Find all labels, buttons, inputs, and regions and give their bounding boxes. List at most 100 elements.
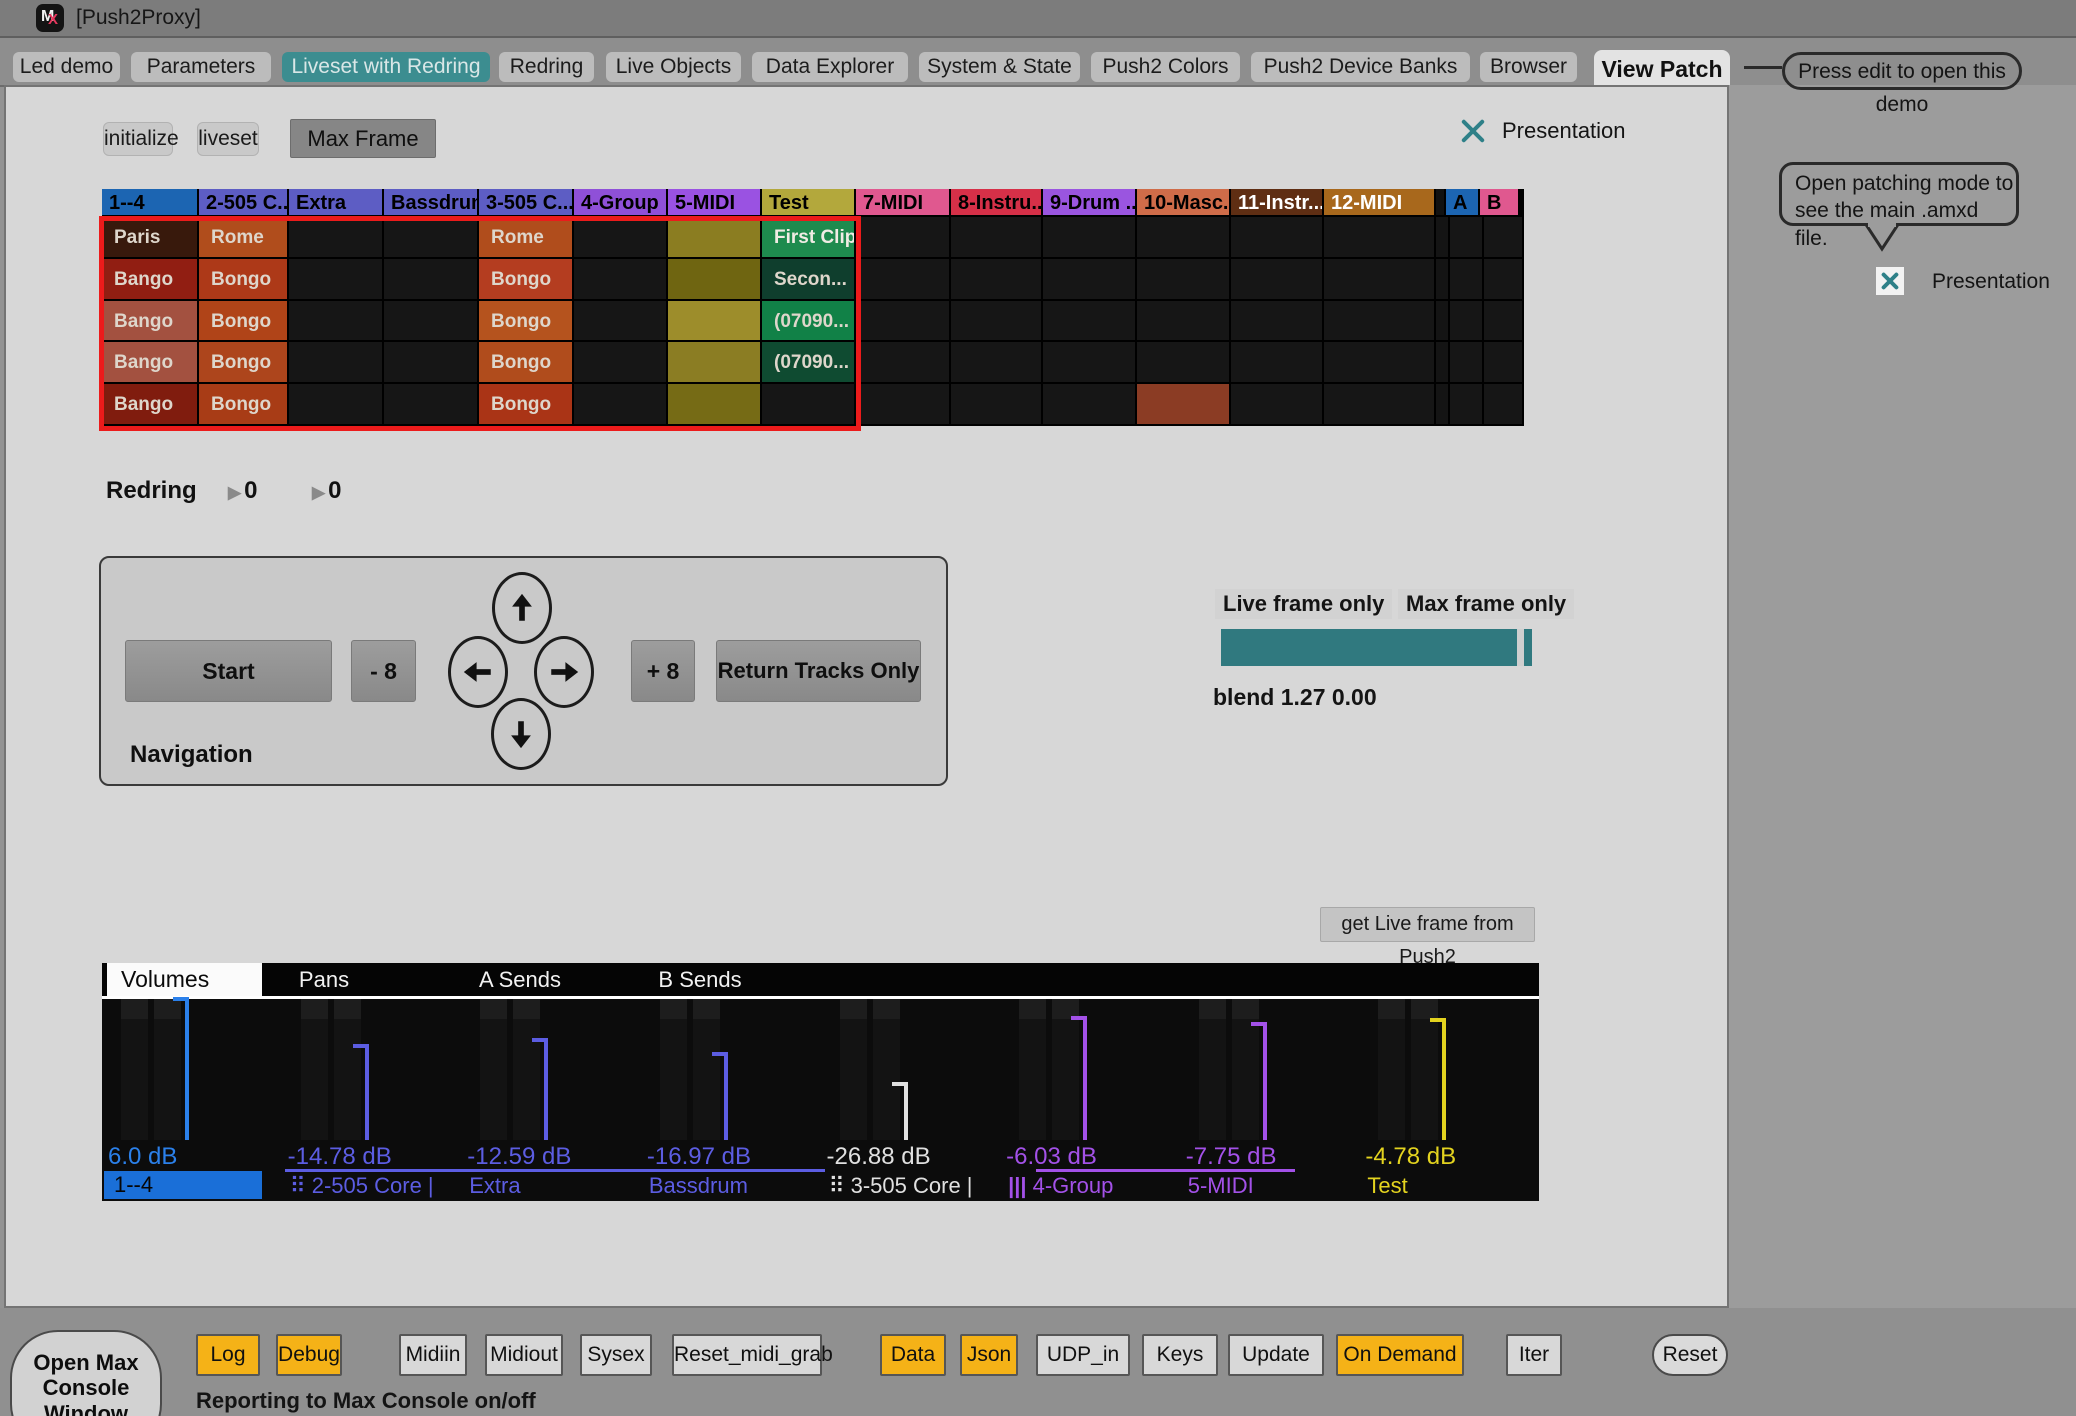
clip-cell[interactable]: Bongo <box>199 342 289 384</box>
initialize-button[interactable]: initialize <box>103 122 173 156</box>
empty-clip-slot[interactable] <box>856 301 951 343</box>
data-button[interactable]: Data <box>880 1334 946 1376</box>
empty-clip-slot[interactable] <box>1137 342 1231 384</box>
clip-cell[interactable]: Bongo <box>479 259 574 301</box>
volume-fader[interactable] <box>1251 1022 1267 1140</box>
track-name[interactable]: Bassdrum <box>649 1173 748 1199</box>
empty-clip-slot[interactable] <box>289 259 384 301</box>
empty-clip-slot[interactable] <box>1137 384 1231 426</box>
empty-clip-slot[interactable] <box>1484 384 1524 426</box>
clip-cell[interactable]: (07090... <box>762 342 856 384</box>
clip-cell[interactable]: Bongo <box>479 342 574 384</box>
tab-liveset-with-redring[interactable]: Liveset with Redring <box>282 52 490 82</box>
clip-cell[interactable]: Bango <box>102 342 199 384</box>
empty-clip-slot[interactable] <box>1231 217 1324 259</box>
empty-clip-slot[interactable] <box>289 301 384 343</box>
clip-cell[interactable]: Bongo <box>199 259 289 301</box>
volume-fader[interactable] <box>532 1038 548 1140</box>
empty-clip-slot[interactable] <box>1450 384 1484 426</box>
volume-fader[interactable] <box>1430 1018 1446 1140</box>
clip-cell[interactable]: Bongo <box>199 301 289 343</box>
clip-cell[interactable]: Rome <box>479 217 574 259</box>
track-header[interactable] <box>1436 189 1446 217</box>
empty-clip-slot[interactable] <box>574 259 668 301</box>
track-header[interactable]: 1--4 <box>102 189 199 217</box>
presentation-checkbox-right[interactable] <box>1876 267 1904 295</box>
empty-clip-slot[interactable] <box>384 259 479 301</box>
track-header[interactable]: Test <box>762 189 856 217</box>
tab-browser[interactable]: Browser <box>1480 52 1577 82</box>
empty-clip-slot[interactable] <box>668 259 762 301</box>
reset-midi-grab-button[interactable]: Reset_midi_grab <box>672 1334 822 1376</box>
empty-clip-slot[interactable] <box>1484 217 1524 259</box>
empty-clip-slot[interactable] <box>574 384 668 426</box>
empty-clip-slot[interactable] <box>1231 342 1324 384</box>
volume-fader[interactable] <box>1071 1016 1087 1140</box>
log-button[interactable]: Log <box>196 1334 260 1376</box>
empty-clip-slot[interactable] <box>1436 342 1450 384</box>
empty-clip-slot[interactable] <box>1436 384 1450 426</box>
keys-button[interactable]: Keys <box>1142 1334 1218 1376</box>
empty-clip-slot[interactable] <box>1324 301 1436 343</box>
empty-clip-slot[interactable] <box>668 384 762 426</box>
on-demand-button[interactable]: On Demand <box>1336 1334 1464 1376</box>
empty-clip-slot[interactable] <box>574 301 668 343</box>
midiin-button[interactable]: Midiin <box>399 1334 467 1376</box>
track-header[interactable]: B <box>1480 189 1520 217</box>
track-name[interactable]: Test <box>1367 1173 1407 1199</box>
empty-clip-slot[interactable] <box>1137 259 1231 301</box>
track-header[interactable]: 7-MIDI <box>856 189 951 217</box>
track-header[interactable]: 9-Drum ... <box>1043 189 1137 217</box>
track-header[interactable]: 8-Instru... <box>951 189 1043 217</box>
empty-clip-slot[interactable] <box>951 342 1043 384</box>
debug-button[interactable]: Debug <box>276 1334 342 1376</box>
empty-clip-slot[interactable] <box>1043 217 1137 259</box>
tab-push2-device-banks[interactable]: Push2 Device Banks <box>1251 52 1470 82</box>
nav-left-button[interactable] <box>448 636 508 708</box>
iter-button[interactable]: Iter <box>1506 1334 1562 1376</box>
tab-live-objects[interactable]: Live Objects <box>606 52 741 82</box>
empty-clip-slot[interactable] <box>1043 384 1137 426</box>
empty-clip-slot[interactable] <box>668 301 762 343</box>
udp-in-button[interactable]: UDP_in <box>1036 1334 1130 1376</box>
empty-clip-slot[interactable] <box>384 217 479 259</box>
empty-clip-slot[interactable] <box>384 301 479 343</box>
track-header[interactable]: Bassdrum <box>384 189 479 217</box>
open-max-console-button[interactable]: Open Max Console Window <box>10 1330 162 1416</box>
track-header[interactable]: 5-MIDI <box>668 189 762 217</box>
track-header[interactable]: 2-505 C... <box>199 189 289 217</box>
update-button[interactable]: Update <box>1228 1334 1324 1376</box>
nav-right-button[interactable] <box>534 636 594 708</box>
track-name[interactable]: |||4-Group <box>1008 1173 1113 1199</box>
track-name[interactable]: 1--4 <box>104 1171 262 1199</box>
empty-clip-slot[interactable] <box>1043 301 1137 343</box>
empty-clip-slot[interactable] <box>1324 217 1436 259</box>
clip-cell[interactable]: Bongo <box>479 384 574 426</box>
volume-fader[interactable] <box>892 1082 908 1140</box>
plus-8-button[interactable]: + 8 <box>631 640 695 702</box>
empty-clip-slot[interactable] <box>1436 259 1450 301</box>
max-frame-button[interactable]: Max Frame <box>290 119 436 158</box>
track-header[interactable]: 3-505 C... <box>479 189 574 217</box>
clip-cell[interactable]: Bongo <box>199 384 289 426</box>
empty-clip-slot[interactable] <box>856 259 951 301</box>
empty-clip-slot[interactable] <box>1231 384 1324 426</box>
empty-clip-slot[interactable] <box>289 217 384 259</box>
sysex-button[interactable]: Sysex <box>580 1334 652 1376</box>
track-header[interactable]: 4-Group <box>574 189 668 217</box>
empty-clip-slot[interactable] <box>1324 259 1436 301</box>
track-header[interactable]: 10-Masc... <box>1137 189 1231 217</box>
empty-clip-slot[interactable] <box>951 217 1043 259</box>
start-button[interactable]: Start <box>125 640 332 702</box>
empty-clip-slot[interactable] <box>384 342 479 384</box>
get-live-frame-button[interactable]: get Live frame from Push2 <box>1320 907 1535 942</box>
empty-clip-slot[interactable] <box>1324 384 1436 426</box>
empty-clip-slot[interactable] <box>1324 342 1436 384</box>
empty-clip-slot[interactable] <box>1484 259 1524 301</box>
clip-cell[interactable]: Secon... <box>762 259 856 301</box>
empty-clip-slot[interactable] <box>1450 259 1484 301</box>
track-header[interactable]: A <box>1446 189 1480 217</box>
clip-cell[interactable]: Rome <box>199 217 289 259</box>
empty-clip-slot[interactable] <box>951 384 1043 426</box>
redring-numberbox-2[interactable]: ▶0 <box>312 477 341 505</box>
